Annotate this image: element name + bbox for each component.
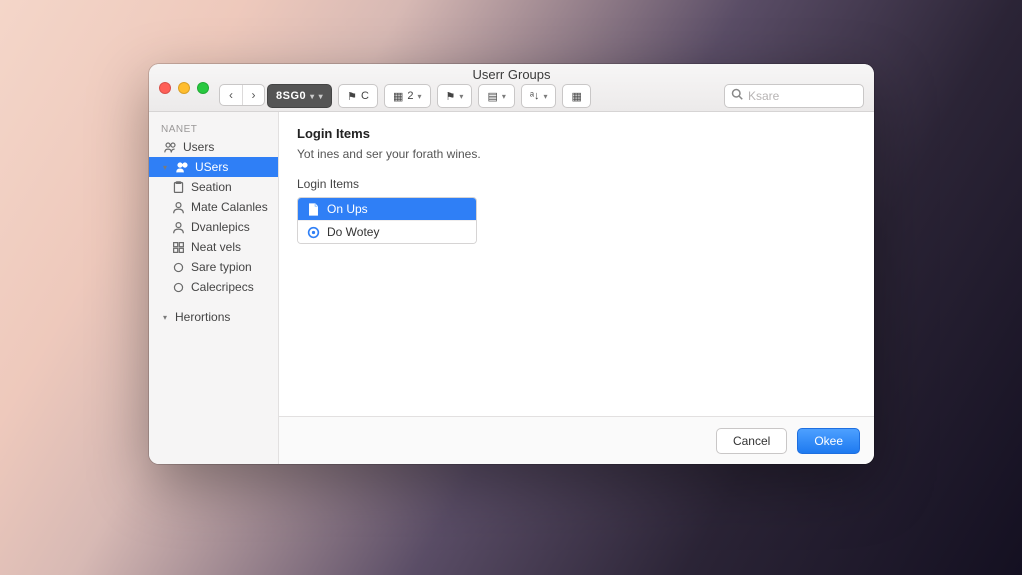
page-description: Yot ines and ser your forath wines.: [297, 147, 856, 161]
chevron-down-icon: ▾: [163, 313, 167, 322]
users-icon: [163, 140, 177, 154]
sidebar-item-neat-vels[interactable]: Neat vels: [149, 237, 278, 257]
circle-icon: [171, 260, 185, 274]
chevron-down-icon: ▾: [418, 92, 422, 101]
toolbar-view-button[interactable]: ▤ ▾: [478, 84, 514, 108]
chevron-down-icon: ▾: [459, 92, 463, 101]
sidebar-item-calecripecs[interactable]: Calecripecs: [149, 277, 278, 297]
toolbar-c-label: C: [361, 90, 369, 102]
toolbar: 8SG0 ▾ ▾ ⚑ C ▦ 2 ▾ ⚑ ▾ ▤: [267, 84, 591, 108]
grid-icon: ▦: [393, 90, 403, 103]
window-titlebar: Userr Groups ‹ › 8SG0 ▾ ▾ ⚑ C ▦ 2 ▾: [149, 64, 874, 112]
sidebar-item-sare-typion[interactable]: Sare typion: [149, 257, 278, 277]
flag-icon: ⚑: [347, 90, 357, 103]
toolbar-tag-button[interactable]: ⚑ ▾: [437, 84, 473, 108]
toolbar-columns-button[interactable]: ▦: [562, 84, 590, 108]
person-icon: [171, 200, 185, 214]
login-items-label: Login Items: [297, 177, 856, 191]
chevron-down-icon: ▾: [310, 92, 315, 101]
main-pane: Login Items Yot ines and ser your forath…: [279, 112, 874, 464]
toolbar-count-button[interactable]: ▦ 2 ▾: [384, 84, 431, 108]
toolbar-flag-button[interactable]: ⚑ C: [338, 84, 378, 108]
nav-forward-button[interactable]: ›: [242, 85, 264, 105]
content-area: Login Items Yot ines and ser your forath…: [279, 112, 874, 416]
login-item-row[interactable]: Do Wotey: [298, 220, 476, 243]
toolbar-count-label: 2: [407, 90, 413, 102]
view-icon: ▤: [487, 90, 497, 103]
sidebar-item-label: Users: [183, 140, 214, 154]
sort-icon: ᵃ↓: [530, 90, 540, 102]
chevron-down-icon: ▾: [163, 163, 167, 172]
ok-button[interactable]: Okee: [797, 428, 860, 454]
sidebar-item-label: Dvanlepics: [191, 220, 250, 234]
desktop-background: Userr Groups ‹ › 8SG0 ▾ ▾ ⚑ C ▦ 2 ▾: [0, 0, 1022, 575]
login-item-label: Do Wotey: [327, 225, 379, 239]
document-icon: [306, 202, 320, 216]
sidebar-item-herortions[interactable]: ▾ Herortions: [149, 307, 278, 327]
sidebar: NANET Users ▾ USers Seation Mate Calanle: [149, 112, 279, 464]
sidebar-item-seation[interactable]: Seation: [149, 177, 278, 197]
disc-icon: [306, 225, 320, 239]
sidebar-item-mate-calanles[interactable]: Mate Calanles: [149, 197, 278, 217]
chevron-down-icon: ▾: [319, 92, 324, 101]
sidebar-item-label: Sare typion: [191, 260, 252, 274]
login-item-label: On Ups: [327, 202, 368, 216]
segmented-primary-label: 8SG0: [276, 90, 306, 102]
tag-icon: ⚑: [446, 90, 456, 103]
circle-icon: [171, 280, 185, 294]
login-item-row[interactable]: On Ups: [298, 198, 476, 220]
toolbar-sort-button[interactable]: ᵃ↓ ▾: [521, 84, 557, 108]
person-icon: [171, 220, 185, 234]
zoom-window-button[interactable]: [197, 82, 209, 94]
nav-back-button[interactable]: ‹: [220, 85, 242, 105]
search-input[interactable]: [748, 89, 857, 103]
clipboard-icon: [171, 180, 185, 194]
sidebar-item-label: Neat vels: [191, 240, 241, 254]
sidebar-item-users[interactable]: Users: [149, 137, 278, 157]
nav-arrows: ‹ ›: [219, 84, 265, 106]
page-heading: Login Items: [297, 126, 856, 141]
sidebar-item-label: Calecripecs: [191, 280, 254, 294]
search-icon: [731, 87, 743, 105]
chevron-down-icon: ▾: [543, 92, 547, 101]
close-window-button[interactable]: [159, 82, 171, 94]
users-icon: [175, 160, 189, 174]
footer-bar: Cancel Okee: [279, 416, 874, 464]
sidebar-item-dvanlepics[interactable]: Dvanlepics: [149, 217, 278, 237]
sidebar-item-users-selected[interactable]: ▾ USers: [149, 157, 278, 177]
sidebar-item-label: Seation: [191, 180, 232, 194]
sidebar-item-label: Mate Calanles: [191, 200, 268, 214]
grid-icon: [171, 240, 185, 254]
sidebar-section-header: NANET: [149, 120, 278, 137]
columns-icon: ▦: [571, 90, 581, 103]
window-body: NANET Users ▾ USers Seation Mate Calanle: [149, 112, 874, 464]
preferences-window: Userr Groups ‹ › 8SG0 ▾ ▾ ⚑ C ▦ 2 ▾: [149, 64, 874, 464]
search-box[interactable]: [724, 84, 864, 108]
sidebar-item-label: USers: [195, 160, 228, 174]
cancel-button[interactable]: Cancel: [716, 428, 787, 454]
sidebar-item-label: Herortions: [175, 310, 230, 324]
traffic-lights: [159, 82, 209, 94]
segmented-primary-button[interactable]: 8SG0 ▾ ▾: [267, 84, 332, 108]
login-items-list: On Ups Do Wotey: [297, 197, 477, 244]
minimize-window-button[interactable]: [178, 82, 190, 94]
chevron-down-icon: ▾: [502, 92, 506, 101]
window-title: Userr Groups: [149, 67, 874, 82]
